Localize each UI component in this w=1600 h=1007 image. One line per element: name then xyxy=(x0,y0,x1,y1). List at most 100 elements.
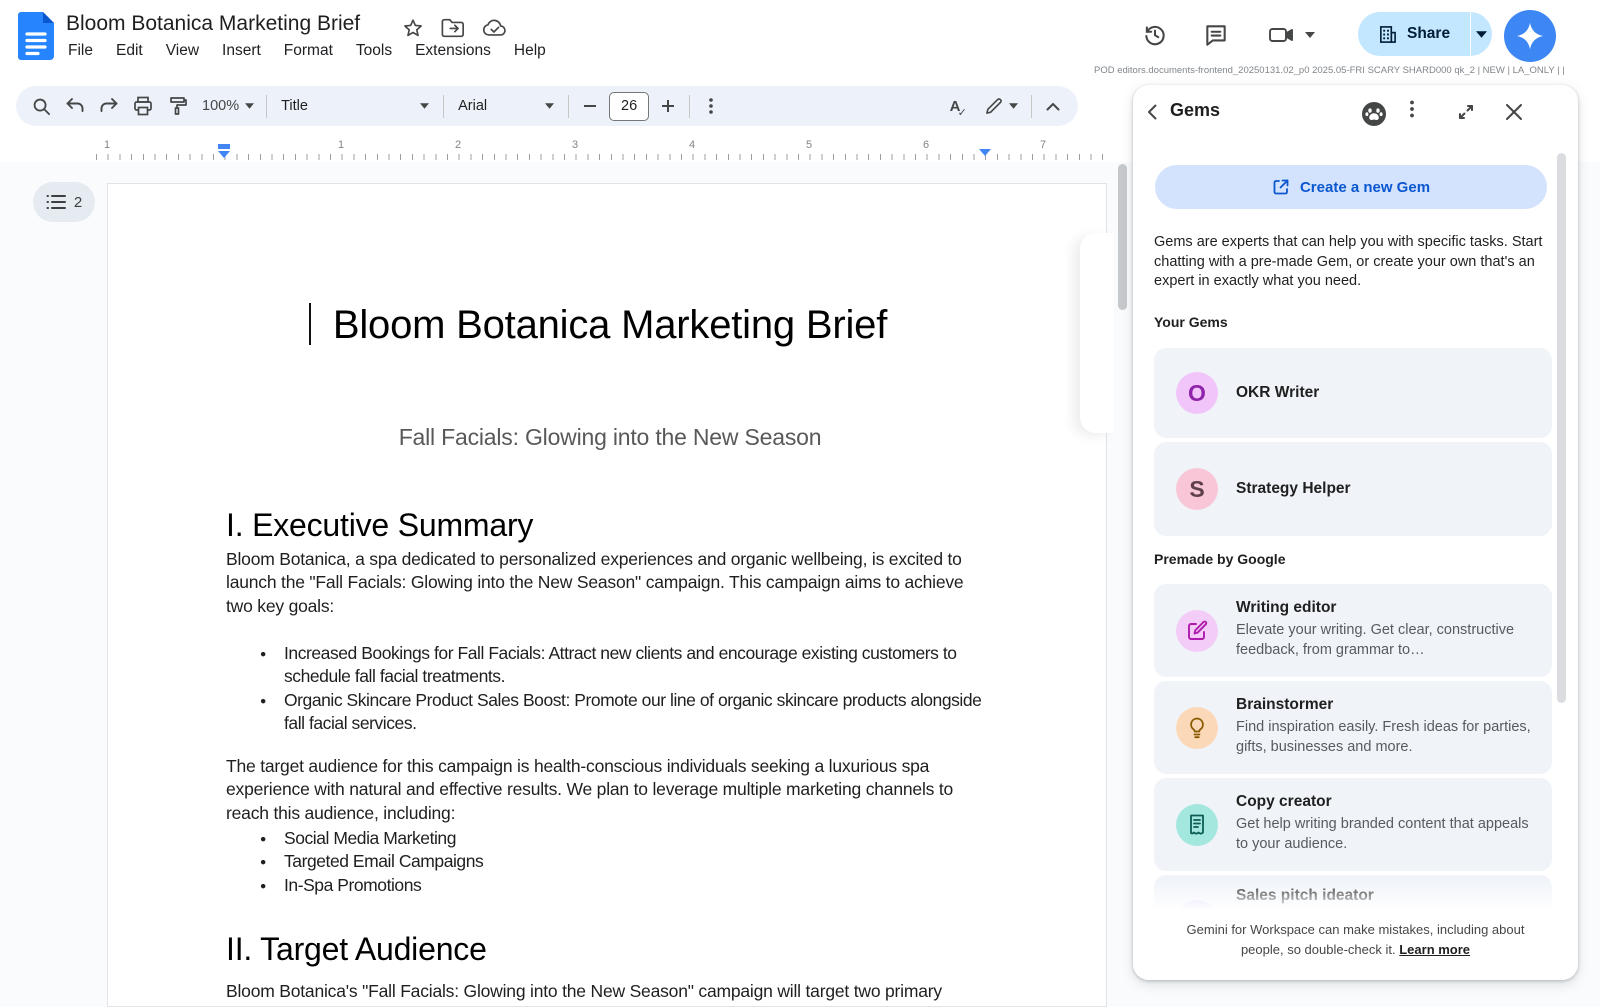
doc-bullet-list[interactable]: Social Media Marketing Targeted Email Ca… xyxy=(226,827,992,897)
more-toolbar-options-icon[interactable] xyxy=(694,89,728,123)
menu-extensions[interactable]: Extensions xyxy=(415,42,491,60)
move-to-folder-icon[interactable] xyxy=(441,17,465,39)
gem-card-okr-writer[interactable]: O OKR Writer xyxy=(1154,348,1552,438)
print-icon[interactable] xyxy=(126,89,160,123)
menu-view[interactable]: View xyxy=(166,42,199,60)
create-new-gem-button[interactable]: Create a new Gem xyxy=(1155,165,1547,209)
gem-card-strategy-helper[interactable]: S Strategy Helper xyxy=(1154,442,1552,536)
toolbar-right-cluster: A✓ xyxy=(935,89,1070,123)
menu-edit[interactable]: Edit xyxy=(116,42,143,60)
paragraph-style-select[interactable]: Title xyxy=(271,98,439,114)
toolbar: 100% Title Arial 26 A✓ xyxy=(16,86,1078,126)
gems-panel-footer: Gemini for Workspace can make mistakes, … xyxy=(1133,880,1578,980)
right-indent-marker[interactable] xyxy=(979,149,991,156)
paint-format-icon[interactable] xyxy=(160,89,194,123)
font-select[interactable]: Arial xyxy=(448,98,564,114)
editing-mode-button[interactable] xyxy=(975,89,1027,123)
paw-experiment-icon[interactable] xyxy=(1361,101,1387,127)
gem-card-copy-creator[interactable]: Copy creator Get help writing branded co… xyxy=(1154,778,1552,871)
gem-card-brainstormer[interactable]: Brainstormer Find inspiration easily. Fr… xyxy=(1154,681,1552,774)
learn-more-link[interactable]: Learn more xyxy=(1399,942,1470,957)
tab-count: 2 xyxy=(74,194,82,211)
open-in-new-icon xyxy=(1272,178,1290,196)
app-header: Bloom Botanica Marketing Brief File Edit… xyxy=(0,0,1600,84)
gemini-spark-button[interactable] xyxy=(1504,10,1556,62)
doc-bullet-item[interactable]: Social Media Marketing xyxy=(226,827,992,850)
doc-bullet-item[interactable]: In-Spa Promotions xyxy=(226,874,992,897)
menu-format[interactable]: Format xyxy=(284,42,333,60)
gem-initial: O xyxy=(1188,380,1206,407)
back-icon[interactable] xyxy=(1143,102,1163,122)
doc-heading-1[interactable]: II. Target Audience xyxy=(226,931,487,968)
doc-bullet-item[interactable]: Targeted Email Campaigns xyxy=(226,850,992,873)
gems-panel-title: Gems xyxy=(1170,100,1220,121)
gems-description: Gems are experts that can help you with … xyxy=(1154,233,1556,292)
doc-paragraph[interactable]: Bloom Botanica's "Fall Facials: Glowing … xyxy=(226,980,992,1003)
font-value: Arial xyxy=(458,98,487,114)
ruler-label: 7 xyxy=(1040,139,1046,151)
gems-panel-scrollbar-thumb[interactable] xyxy=(1557,153,1566,703)
comment-icon[interactable] xyxy=(1203,22,1229,48)
google-docs-logo-icon[interactable] xyxy=(18,12,54,60)
font-size-input[interactable]: 26 xyxy=(609,92,649,121)
doc-subtitle[interactable]: Fall Facials: Glowing into the New Seaso… xyxy=(227,424,993,451)
create-new-gem-label: Create a new Gem xyxy=(1300,179,1430,196)
document-tabs-toggle[interactable]: 2 xyxy=(33,182,95,222)
expand-panel-icon[interactable] xyxy=(1455,101,1477,123)
doc-paragraph[interactable]: Bloom Botanica, a spa dedicated to perso… xyxy=(226,548,992,618)
gem-name: Writing editor xyxy=(1236,599,1336,617)
menu-insert[interactable]: Insert xyxy=(222,42,261,60)
doc-paragraph[interactable]: The target audience for this campaign is… xyxy=(226,755,992,825)
toolbar-separator xyxy=(443,95,444,118)
panel-more-options-icon[interactable] xyxy=(1410,100,1414,118)
first-line-indent-marker[interactable] xyxy=(218,144,230,149)
doc-bullet-list[interactable]: Increased Bookings for Fall Facials: Att… xyxy=(226,642,992,736)
menu-help[interactable]: Help xyxy=(514,42,546,60)
doc-heading-title[interactable]: Bloom Botanica Marketing Brief xyxy=(227,301,993,349)
ruler-ticks xyxy=(96,154,1106,160)
share-button-main[interactable]: Share xyxy=(1358,12,1470,56)
undo-icon[interactable] xyxy=(58,89,92,123)
chevron-down-icon xyxy=(1476,31,1487,38)
version-history-icon[interactable] xyxy=(1142,22,1168,48)
gem-card-writing-editor[interactable]: Writing editor Elevate your writing. Get… xyxy=(1154,584,1552,677)
toolbar-separator xyxy=(689,95,690,118)
document-page[interactable]: Bloom Botanica Marketing Brief Fall Faci… xyxy=(107,183,1107,1007)
share-dropdown-button[interactable] xyxy=(1471,31,1492,38)
document-scrollbar-thumb[interactable] xyxy=(1118,164,1127,310)
decrease-font-size-button[interactable] xyxy=(573,89,607,123)
menu-bar: File Edit View Insert Format Tools Exten… xyxy=(68,42,546,60)
chevron-down-icon xyxy=(420,103,429,109)
pencil-square-icon xyxy=(1186,620,1208,642)
increase-font-size-button[interactable] xyxy=(651,89,685,123)
search-menus-icon[interactable] xyxy=(24,89,58,123)
close-icon[interactable] xyxy=(1503,101,1525,123)
menu-tools[interactable]: Tools xyxy=(356,42,392,60)
ruler-label: 3 xyxy=(572,139,578,151)
ruler-label: 1 xyxy=(104,139,110,151)
document-icon xyxy=(1188,814,1206,836)
meet-video-call-button[interactable] xyxy=(1268,22,1315,48)
doc-heading-1[interactable]: I. Executive Summary xyxy=(226,507,533,544)
ruler-label: 5 xyxy=(806,139,812,151)
list-outline-icon xyxy=(46,194,66,210)
hide-menus-icon[interactable] xyxy=(1036,89,1070,123)
left-indent-marker[interactable] xyxy=(218,151,230,158)
toolbar-separator xyxy=(266,95,267,118)
document-title[interactable]: Bloom Botanica Marketing Brief xyxy=(66,12,360,36)
gem-avatar: O xyxy=(1176,372,1218,414)
spelling-grammar-check-icon[interactable]: A✓ xyxy=(935,89,975,123)
menu-file[interactable]: File xyxy=(68,42,93,60)
gem-avatar: S xyxy=(1176,468,1218,510)
gem-initial: S xyxy=(1189,476,1204,503)
redo-icon[interactable] xyxy=(92,89,126,123)
share-button[interactable]: Share xyxy=(1358,12,1492,56)
doc-bullet-item[interactable]: Increased Bookings for Fall Facials: Att… xyxy=(226,642,992,689)
cloud-saved-icon[interactable] xyxy=(482,17,508,39)
organization-icon xyxy=(1378,25,1397,44)
doc-bullet-item[interactable]: Organic Skincare Product Sales Boost: Pr… xyxy=(226,689,992,736)
star-icon[interactable] xyxy=(402,17,424,39)
toolbar-separator xyxy=(1031,95,1032,118)
zoom-select[interactable]: 100% xyxy=(194,98,262,114)
gemini-disclaimer-text: Gemini for Workspace can make mistakes, … xyxy=(1173,920,1538,960)
